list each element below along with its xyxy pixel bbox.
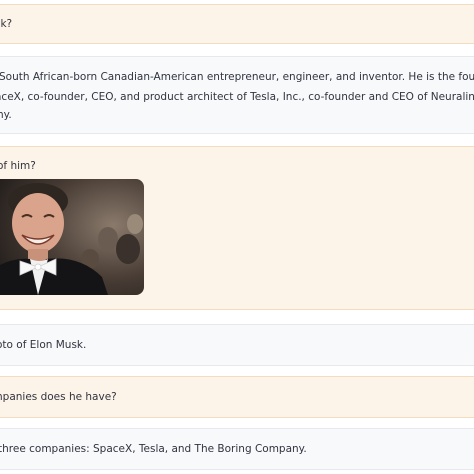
message-text-line-1: South African-born Canadian-American ent… xyxy=(0,71,474,83)
photo-image xyxy=(0,179,144,295)
user-message-2: of him? xyxy=(0,146,474,310)
assistant-message-1: South African-born Canadian-American ent… xyxy=(0,56,474,134)
message-text: sk? xyxy=(0,18,13,30)
message-text: three companies: SpaceX, Tesla, and The … xyxy=(0,443,307,455)
chat-history: sk? South African-born Canadian-American… xyxy=(0,0,474,474)
message-text-line-3: ny. xyxy=(0,109,12,121)
user-message-1: sk? xyxy=(0,4,474,44)
user-message-3: npanies does he have? xyxy=(0,376,474,418)
message-text-line-2: aceX, co-founder, CEO, and product archi… xyxy=(0,91,474,103)
message-text: of him? xyxy=(0,160,36,172)
assistant-message-3: three companies: SpaceX, Tesla, and The … xyxy=(0,428,474,470)
attached-photo[interactable] xyxy=(0,179,144,295)
message-text: oto of Elon Musk. xyxy=(0,339,87,351)
assistant-message-2: oto of Elon Musk. xyxy=(0,324,474,366)
message-text: npanies does he have? xyxy=(0,391,117,403)
